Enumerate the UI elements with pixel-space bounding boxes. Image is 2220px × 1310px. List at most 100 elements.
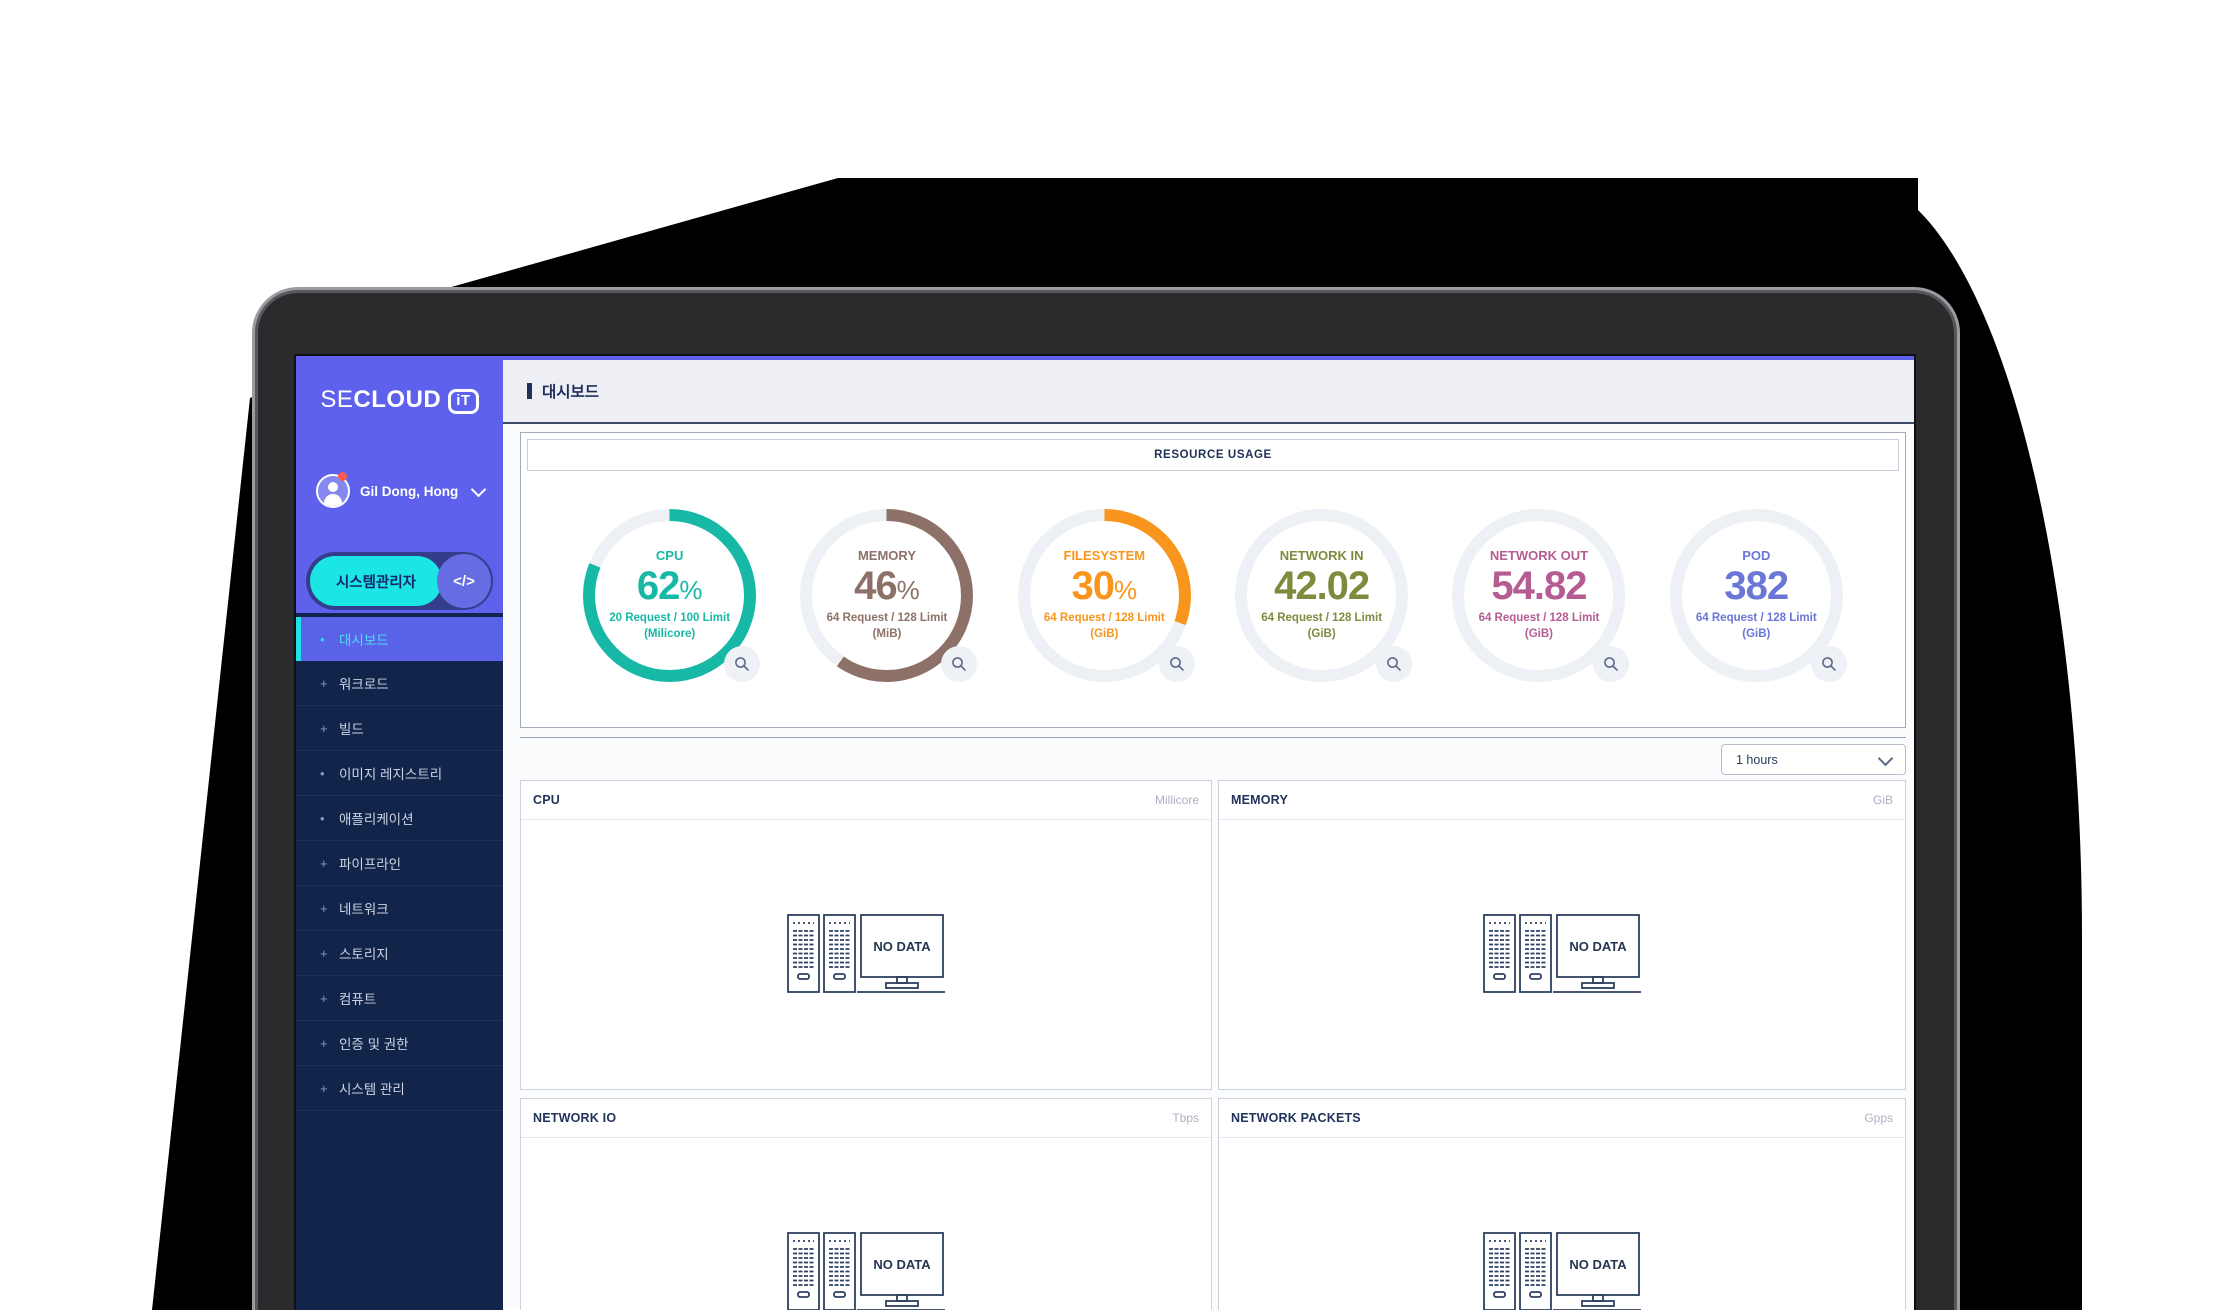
sidebar-item-auth[interactable]: + 인증 및 권한 — [296, 1021, 503, 1066]
gauge-sub: 64 Request / 128 Limit (GiB) — [1043, 612, 1165, 640]
page: SECLOUD iT Gil Dong, Hong 시스템관리자 </> • 대… — [0, 0, 2220, 1310]
gauge-pod: POD 382 64 Request / 128 Limit (GiB) — [1669, 509, 1847, 682]
menu-plus-icon: + — [320, 720, 328, 736]
menu-plus-icon: + — [320, 1080, 328, 1096]
svg-text:NO DATA: NO DATA — [1569, 1257, 1627, 1272]
main-area: 대시보드 RESOURCE USAGE CPU 62% 20 Request /… — [503, 360, 1914, 1310]
no-data-icon: NO DATA — [1483, 914, 1641, 993]
menu-plus-icon: + — [320, 900, 328, 916]
gauge-zoom-button[interactable] — [1593, 646, 1630, 682]
no-data-icon: NO DATA — [787, 914, 945, 993]
menu-bullet-icon: • — [320, 631, 325, 647]
chart-title: NETWORK PACKETS — [1231, 1111, 1361, 1125]
menu-label: 애플리케이션 — [339, 812, 414, 827]
gauge-sub: 20 Request / 100 Limit (Milicore) — [609, 612, 731, 640]
menu-label: 시스템 관리 — [339, 1082, 405, 1097]
menu-label: 스토리지 — [339, 947, 389, 962]
menu-plus-icon: + — [320, 675, 328, 691]
app-logo: SECLOUD iT — [296, 386, 503, 414]
sidebar-item-system-admin[interactable]: + 시스템 관리 — [296, 1066, 503, 1111]
code-icon: </> — [453, 572, 475, 590]
magnifier-icon — [1169, 657, 1184, 671]
gauge-value: 382 — [1724, 564, 1789, 609]
menu-plus-icon: + — [320, 990, 328, 1006]
code-toggle-button[interactable]: </> — [437, 554, 491, 608]
sidebar-item-workload[interactable]: + 워크로드 — [296, 661, 503, 706]
gauge-filesystem: FILESYSTEM 30% 64 Request / 128 Limit (Gi… — [1017, 509, 1195, 682]
avatar-person-icon — [328, 482, 338, 492]
gauge-label: CPU — [655, 548, 684, 564]
gauge-label: FILESYSTEM — [1063, 548, 1146, 564]
gauge-network-in: NETWORK IN 42.02 64 Request / 128 Limit(… — [1235, 509, 1413, 682]
gauge-zoom-button[interactable] — [1158, 646, 1195, 682]
chevron-down-icon — [470, 481, 487, 497]
user-name: Gil Dong, Hong — [360, 483, 459, 499]
gauge-label: MEMORY — [857, 548, 916, 564]
gauge-zoom-button[interactable] — [724, 646, 761, 682]
chart-title: CPU — [533, 793, 560, 807]
chart-unit: Millicore — [1154, 793, 1199, 807]
gauge-sub: 64 Request / 128 Limit (GiB) — [1695, 612, 1817, 640]
app-top-accent — [296, 356, 1914, 360]
magnifier-icon — [1387, 657, 1401, 671]
chart-unit: Tbps — [1172, 1111, 1199, 1125]
gauge-value: 42.02 — [1274, 564, 1370, 609]
chart-unit: Gpps — [1864, 1111, 1893, 1125]
menu-label: 이미지 레지스트리 — [339, 767, 443, 782]
menu-label: 워크로드 — [339, 677, 389, 692]
sidebar: SECLOUD iT Gil Dong, Hong 시스템관리자 </> • 대… — [296, 360, 503, 1310]
svg-text:NO DATA: NO DATA — [873, 1257, 931, 1272]
chevron-down-icon — [1877, 750, 1894, 766]
sidebar-item-dashboard[interactable]: • 대시보드 — [296, 617, 503, 661]
menu-label: 빌드 — [339, 722, 364, 737]
section-divider — [520, 737, 1906, 738]
chart-unit: GiB — [1872, 793, 1893, 807]
page-title: 대시보드 — [542, 384, 600, 401]
magnifier-icon — [1604, 657, 1619, 671]
sidebar-item-network[interactable]: + 네트워크 — [296, 886, 503, 931]
menu-label: 파이프라인 — [339, 857, 402, 872]
sidebar-item-pipeline[interactable]: + 파이프라인 — [296, 841, 503, 886]
menu-bullet-icon: • — [320, 765, 325, 781]
menu-plus-icon: + — [320, 945, 328, 961]
gauge-value: 30% — [1071, 564, 1138, 609]
gauge-value: 46% — [854, 564, 920, 609]
sidebar-item-application[interactable]: • 애플리케이션 — [296, 796, 503, 841]
role-pill-button[interactable]: 시스템관리자 — [310, 556, 442, 606]
sidebar-item-image-registry[interactable]: • 이미지 레지스트리 — [296, 751, 503, 796]
sidebar-item-build[interactable]: + 빌드 — [296, 706, 503, 751]
gauge-zoom-button[interactable] — [941, 646, 978, 682]
gauge-cpu: CPU 62% 20 Request / 100 Limit (Milicore) — [583, 509, 761, 682]
time-range-value: 1 hours — [1736, 752, 1778, 767]
sidebar-item-compute[interactable]: + 컴퓨트 — [296, 976, 503, 1021]
time-range-select[interactable]: 1 hours — [1721, 744, 1906, 775]
resource-usage-title: RESOURCE USAGE — [527, 439, 1899, 471]
notification-dot — [338, 472, 347, 481]
gauge-sub: 64 Request / 128 Limit (MiB) — [826, 612, 948, 640]
svg-text:NO DATA: NO DATA — [873, 939, 931, 954]
sidebar-menu: • 대시보드 + 워크로드 + 빌드 • 이미지 레지스트리 • 애플리케이션 … — [296, 617, 503, 1111]
chart-title: MEMORY — [1231, 793, 1288, 807]
gauge-label: POD — [1742, 548, 1771, 564]
gauge-zoom-button[interactable] — [1810, 646, 1847, 682]
menu-label: 인증 및 권한 — [339, 1037, 409, 1052]
menu-plus-icon: + — [320, 855, 328, 871]
logo-text-light: SE — [320, 386, 354, 413]
dashboard-content: RESOURCE USAGE CPU 62% 20 Request / 100 … — [503, 426, 1914, 1310]
menu-plus-icon: + — [320, 1035, 328, 1051]
gauge-label: NETWORK IN — [1279, 548, 1364, 564]
magnifier-icon — [735, 657, 749, 671]
gauge-value: 54.82 — [1491, 564, 1587, 609]
user-menu[interactable]: Gil Dong, Hong — [316, 472, 487, 508]
chart-panel-network-io: NETWORK IO Tbps NO DATA — [520, 1098, 1212, 1310]
gauge-value: 62% — [636, 564, 703, 609]
page-header: 대시보드 — [503, 360, 1914, 424]
role-switcher: 시스템관리자 </> — [306, 552, 493, 610]
menu-bullet-icon: • — [320, 810, 325, 826]
sidebar-item-storage[interactable]: + 스토리지 — [296, 931, 503, 976]
gauge-zoom-button[interactable] — [1376, 646, 1413, 682]
laptop-screen: SECLOUD iT Gil Dong, Hong 시스템관리자 </> • 대… — [294, 354, 1916, 1310]
chart-panel-network-packets: NETWORK PACKETS Gpps NO DATA — [1218, 1098, 1906, 1310]
no-data-icon: NO DATA — [787, 1232, 945, 1310]
svg-text:NO DATA: NO DATA — [1569, 939, 1627, 954]
